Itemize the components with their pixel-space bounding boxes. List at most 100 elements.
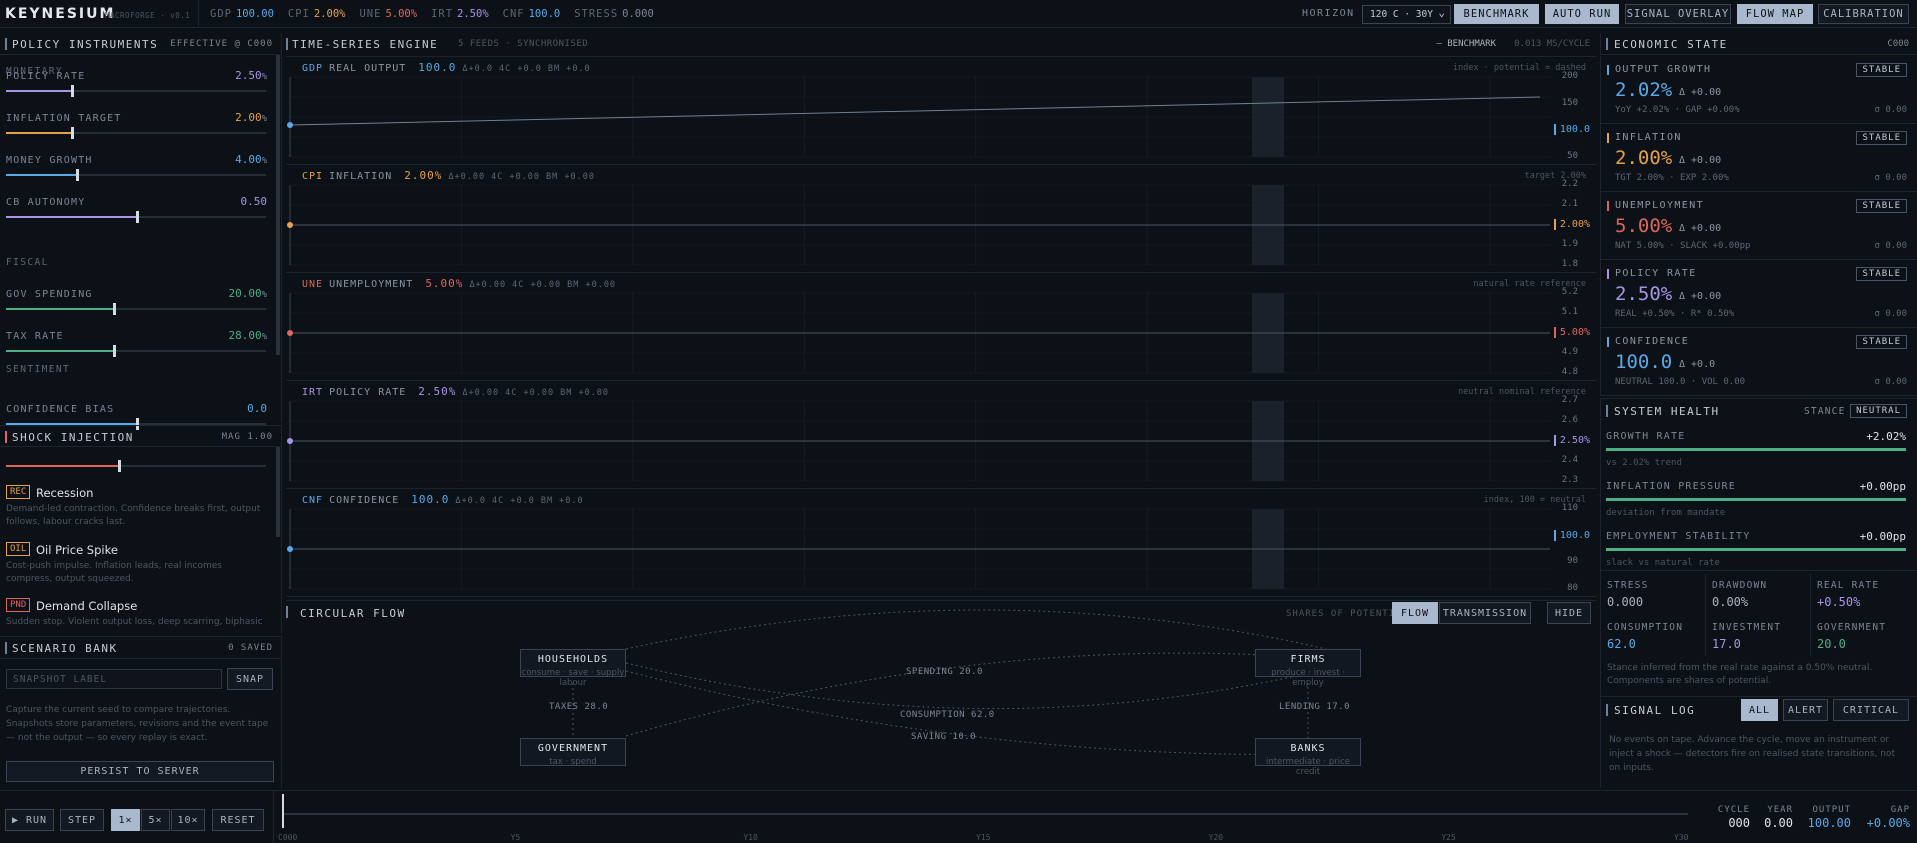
control-slider-thumb[interactable] — [136, 211, 139, 223]
control-slider[interactable] — [6, 303, 266, 315]
calibration-button[interactable]: CALIBRATION — [1818, 4, 1909, 24]
flow-arc-households-firms — [625, 609, 1327, 650]
speed-1x-button[interactable]: 1× — [111, 809, 140, 831]
shock-title: SHOCK INJECTION — [12, 431, 134, 444]
flow-label-lending: LENDING 17.0 — [1279, 702, 1351, 712]
horizon-select[interactable]: 120 C · 30Y ⌄ — [1362, 5, 1451, 24]
shock-magnitude-slider[interactable] — [6, 460, 266, 472]
snap-button[interactable]: SNAP — [227, 668, 273, 690]
shock-item[interactable]: PND Demand Collapse Sudden stop. Violent o… — [0, 598, 280, 633]
metric-strip: GDP 100.00 CPI 2.00% UNE 5.00% IRT 2.50% CNF 100.… — [210, 8, 668, 20]
reset-button[interactable]: RESET — [212, 809, 264, 831]
control-slider-fill — [6, 350, 113, 352]
econ-card-sub: NEUTRAL 100.0 · VOL 0.00 — [1615, 377, 1746, 387]
node-firms-title: FIRMS — [1290, 654, 1326, 665]
control-slider-thumb[interactable] — [113, 345, 116, 357]
node-households-title: HOUSEHOLDS — [537, 654, 609, 665]
econ-card-marker — [1607, 337, 1609, 347]
flow-diagram — [572, 609, 1327, 756]
control-slider-thumb[interactable] — [71, 85, 74, 97]
control-value: 2.50% — [235, 69, 267, 82]
section-marker — [286, 38, 288, 50]
flow-map-button[interactable]: FLOW MAP — [1737, 4, 1813, 24]
shock-magnitude-fill — [6, 465, 118, 467]
stance-label: STANCE — [1804, 406, 1846, 417]
control-slider-thumb[interactable] — [76, 169, 79, 181]
node-firms[interactable]: FIRMS produce · invest · employ — [1255, 649, 1361, 688]
scenario-description: Capture the current seed to compare traj… — [6, 705, 269, 743]
control-slider-thumb[interactable] — [71, 127, 74, 139]
time-series-panel: TIME-SERIES ENGINE 5 FEEDS · SYNCHRONISE… — [286, 33, 1596, 57]
policy-scrollbar[interactable] — [276, 55, 280, 355]
filter-all-button[interactable]: ALL — [1741, 699, 1778, 721]
shock-item[interactable]: REC Recession Demand-led contraction. Conf… — [0, 485, 280, 537]
series-point — [287, 546, 293, 552]
econ-card-marker — [1607, 133, 1609, 143]
section-marker — [5, 642, 7, 654]
metric-value: 0.000 — [622, 8, 654, 20]
econ-card: INFLATION STABLE 2.00% Δ +0.00 TGT 2.00% · E… — [1600, 124, 1917, 192]
filter-alert-button[interactable]: ALERT — [1783, 699, 1828, 721]
circular-flow-panel: CIRCULAR FLOW SHARES OF POTENTIAL FLOW T… — [286, 600, 1596, 786]
series-tick-label: 4.8 — [1561, 367, 1578, 377]
series-tick-label: 5.1 — [1561, 307, 1578, 317]
series-current-tag: 100.0 — [1553, 529, 1590, 541]
control-slider[interactable] — [6, 85, 266, 97]
series-tick-label: 2.3 — [1561, 475, 1578, 485]
series-tick-label: 1.8 — [1561, 259, 1578, 269]
control-value: 0.50 — [241, 195, 268, 208]
node-banks[interactable]: BANKS intermediate · price credit — [1255, 738, 1361, 777]
series-tick-label: 1.9 — [1561, 239, 1578, 249]
run-button[interactable]: ▶ RUN — [5, 809, 54, 831]
section-sentiment: SENTIMENT — [6, 364, 71, 375]
section-marker — [1606, 38, 1608, 50]
flow-label-spending: SPENDING 20.0 — [906, 667, 983, 677]
snapshot-label-input[interactable]: SNAPSHOT LABEL — [6, 669, 222, 689]
control-slider-thumb[interactable] — [113, 303, 116, 315]
control-label: MONEY GROWTH — [6, 155, 93, 166]
health-bar — [1606, 448, 1906, 451]
health-label: INFLATION PRESSURE — [1606, 481, 1736, 492]
metric-label: UNE — [359, 8, 382, 20]
series-point — [287, 222, 293, 228]
series-tick-label: 4.9 — [1561, 347, 1578, 357]
shock-magnitude-thumb[interactable] — [118, 460, 121, 472]
shock-item[interactable]: OIL Oil Price Spike Cost-push impulse. Inf… — [0, 542, 280, 594]
economic-state-header: ECONOMIC STATE C000 — [1600, 33, 1917, 55]
section-fiscal: FISCAL — [6, 257, 49, 268]
persist-to-server-button[interactable]: PERSIST TO SERVER — [6, 761, 274, 782]
node-households[interactable]: HOUSEHOLDS consume · save · supply labou… — [520, 649, 626, 688]
auto-run-button[interactable]: AUTO RUN — [1545, 4, 1619, 24]
readout: CYCLE 000 — [1706, 805, 1750, 830]
control-label: INFLATION TARGET — [6, 113, 122, 124]
kpi-value: 0.00% — [1712, 595, 1749, 609]
control-value: 28.00% — [228, 329, 267, 342]
control-value-number: 2.50 — [235, 69, 262, 82]
econ-status-badge: STABLE — [1856, 335, 1907, 349]
signal-overlay-button[interactable]: SIGNAL OVERLAY — [1625, 4, 1731, 24]
step-button[interactable]: STEP — [60, 809, 104, 831]
control-slider[interactable] — [6, 345, 266, 357]
series-tick-label: 2.4 — [1561, 455, 1578, 465]
health-value: +2.02% — [1866, 430, 1906, 443]
speed-10x-button[interactable]: 10× — [171, 809, 205, 831]
control-slider-fill — [6, 90, 71, 92]
filter-critical-button[interactable]: CRITICAL — [1833, 699, 1909, 721]
series-tick-label: 2.1 — [1561, 199, 1578, 209]
speed-5x-button[interactable]: 5× — [141, 809, 170, 831]
metric-value: 2.50% — [457, 8, 489, 20]
benchmark-button[interactable]: BENCHMARK — [1454, 4, 1539, 24]
series-tick-label: 2.7 — [1561, 395, 1578, 405]
control-slider[interactable] — [6, 169, 266, 181]
econ-card: UNEMPLOYMENT STABLE 5.00% Δ +0.00 NAT 5.00% … — [1600, 192, 1917, 260]
shock-tag: REC — [6, 485, 31, 499]
timeline-playhead[interactable] — [282, 794, 284, 828]
econ-card-sigma: σ 0.00 — [1874, 241, 1907, 251]
timeline-scrubber[interactable] — [282, 813, 1688, 815]
shock-panel: SHOCK INJECTION MAG 1.00 REC Recession Dem… — [0, 425, 282, 633]
control-slider[interactable] — [6, 211, 266, 223]
health-label: EMPLOYMENT STABILITY — [1606, 531, 1751, 542]
control-slider[interactable] — [6, 127, 266, 139]
series-tick-label: 110 — [1561, 503, 1578, 513]
node-government[interactable]: GOVERNMENT tax · spend — [520, 738, 626, 767]
